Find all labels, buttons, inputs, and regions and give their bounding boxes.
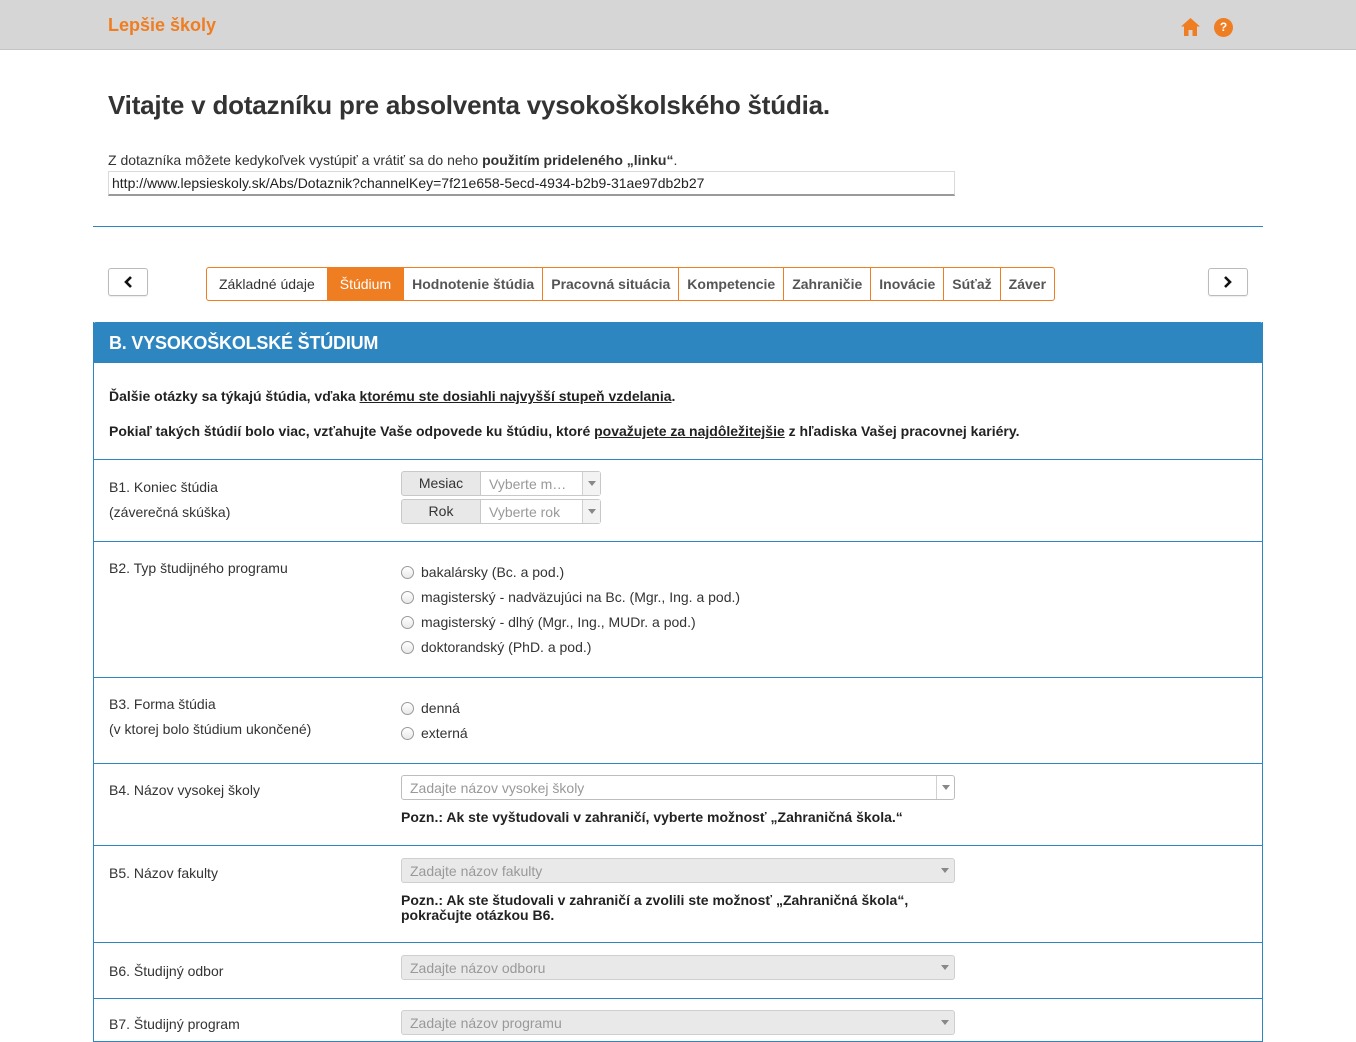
tab-hodnotenie-studia[interactable]: Hodnotenie štúdia bbox=[404, 268, 544, 300]
radio-button[interactable] bbox=[401, 590, 414, 604]
chevron-down-icon bbox=[582, 500, 600, 523]
b5-note: Pozn.: Ak ste študovali v zahraničí a zv… bbox=[401, 892, 909, 923]
divider bbox=[94, 763, 1262, 764]
radio-button[interactable] bbox=[401, 615, 414, 629]
help-icon[interactable]: ? bbox=[1214, 18, 1233, 37]
radio-option-doktorandsky[interactable]: doktorandský (PhD. a pod.) bbox=[401, 639, 591, 655]
radio-button[interactable] bbox=[401, 640, 414, 654]
tab-pracovna-situacia[interactable]: Pracovná situácia bbox=[543, 268, 680, 300]
tab-inovacie[interactable]: Inovácie bbox=[871, 268, 945, 300]
chevron-down-icon bbox=[936, 956, 954, 979]
section-instruction-2: Pokiaľ takých štúdií bolo viac, vzťahujt… bbox=[109, 423, 1020, 439]
section-header: B. VYSOKOŠKOLSKÉ ŠTÚDIUM bbox=[93, 322, 1263, 363]
radio-option-magistersky-nadvazujuci[interactable]: magisterský - nadväzujúci na Bc. (Mgr., … bbox=[401, 589, 740, 605]
chevron-left-icon bbox=[124, 276, 132, 288]
section-instruction-1: Ďalšie otázky sa týkajú štúdia, vďaka kt… bbox=[109, 388, 676, 404]
intro-text: Z dotazníka môžete kedykoľvek vystúpiť a… bbox=[108, 152, 678, 168]
radio-button[interactable] bbox=[401, 565, 414, 579]
top-bar: Lepšie školy ? bbox=[0, 0, 1356, 50]
faculty-select[interactable]: Zadajte názov fakulty bbox=[401, 858, 955, 883]
chevron-down-icon bbox=[936, 859, 954, 882]
radio-option-magistersky-dlhy[interactable]: magisterský - dlhý (Mgr., Ing., MUDr. a … bbox=[401, 614, 696, 630]
b4-note: Pozn.: Ak ste vyštudovali v zahraničí, v… bbox=[401, 809, 903, 825]
page-title: Vitajte v dotazníku pre absolventa vysok… bbox=[108, 90, 830, 120]
divider bbox=[94, 845, 1262, 846]
previous-section-button[interactable] bbox=[108, 268, 148, 296]
question-b1-label: B1. Koniec štúdia (záverečná skúška) bbox=[109, 479, 231, 520]
chevron-down-icon bbox=[936, 776, 954, 799]
question-b2-label: B2. Typ študijného programu bbox=[109, 560, 288, 576]
chevron-right-icon bbox=[1224, 276, 1232, 288]
field-of-study-select[interactable]: Zadajte názov odboru bbox=[401, 955, 955, 980]
section-tabs: Základné údaje Štúdium Hodnotenie štúdia… bbox=[206, 267, 1056, 301]
tab-zakladne-udaje[interactable]: Základné údaje bbox=[207, 268, 328, 300]
divider bbox=[94, 942, 1262, 943]
tab-kompetencie[interactable]: Kompetencie bbox=[679, 268, 785, 300]
divider bbox=[94, 998, 1262, 999]
question-b6-label: B6. Študijný odbor bbox=[109, 963, 224, 979]
question-b3-label: B3. Forma štúdia (v ktorej bolo štúdium … bbox=[109, 696, 312, 737]
divider bbox=[93, 226, 1263, 227]
month-select[interactable]: Vyberte m… bbox=[481, 471, 601, 496]
radio-button[interactable] bbox=[401, 726, 414, 740]
year-addon-label: Rok bbox=[401, 499, 481, 524]
brand-logo[interactable]: Lepšie školy bbox=[108, 15, 216, 36]
divider bbox=[94, 459, 1262, 460]
radio-option-denna[interactable]: denná bbox=[401, 700, 460, 716]
question-b5-label: B5. Názov fakulty bbox=[109, 865, 218, 881]
year-select[interactable]: Vyberte rok bbox=[481, 499, 601, 524]
tab-sutaz[interactable]: Súťaž bbox=[944, 268, 1001, 300]
questionnaire-link-field[interactable] bbox=[108, 171, 955, 196]
university-select[interactable]: Zadajte názov vysokej školy bbox=[401, 775, 955, 800]
month-addon-label: Mesiac bbox=[401, 471, 481, 496]
chevron-down-icon bbox=[582, 472, 600, 495]
radio-button[interactable] bbox=[401, 701, 414, 715]
divider bbox=[94, 677, 1262, 678]
section-title: B. VYSOKOŠKOLSKÉ ŠTÚDIUM bbox=[109, 333, 379, 353]
next-section-button[interactable] bbox=[1208, 268, 1248, 296]
tab-zaver[interactable]: Záver bbox=[1001, 268, 1054, 300]
tab-zahranicie[interactable]: Zahraničie bbox=[784, 268, 872, 300]
question-b4-label: B4. Názov vysokej školy bbox=[109, 782, 260, 798]
radio-option-bakalarsky[interactable]: bakalársky (Bc. a pod.) bbox=[401, 564, 564, 580]
tab-studium[interactable]: Štúdium bbox=[327, 268, 405, 300]
radio-option-externa[interactable]: externá bbox=[401, 725, 468, 741]
question-b7-label: B7. Študijný program bbox=[109, 1016, 240, 1032]
home-icon[interactable] bbox=[1180, 17, 1201, 37]
divider bbox=[94, 541, 1262, 542]
